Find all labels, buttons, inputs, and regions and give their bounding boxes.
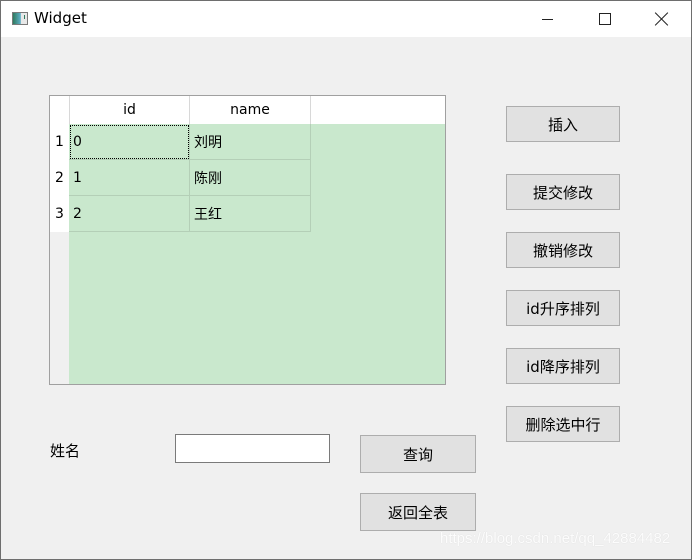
column-header-id[interactable]: id <box>69 96 190 124</box>
row-header-3[interactable]: 3 <box>50 196 69 232</box>
data-table[interactable]: id name 1 0 刘明 2 1 陈刚 3 2 王红 <box>49 95 446 385</box>
maximize-icon <box>599 13 611 25</box>
minimize-button[interactable] <box>524 1 570 37</box>
delete-selected-row-button[interactable]: 删除选中行 <box>506 406 620 442</box>
sort-id-descending-button[interactable]: id降序排列 <box>506 348 620 384</box>
submit-changes-button[interactable]: 提交修改 <box>506 174 620 210</box>
table-cell-id[interactable]: 2 <box>69 196 190 232</box>
window-title: Widget <box>34 9 87 27</box>
show-all-button[interactable]: 返回全表 <box>360 493 476 531</box>
table-cell-name[interactable]: 王红 <box>190 196 311 232</box>
table-corner-button[interactable] <box>50 96 69 124</box>
column-header-name[interactable]: name <box>190 96 311 124</box>
name-search-input[interactable] <box>175 434 330 463</box>
watermark-text: https://blog.csdn.net/qq_42884482 <box>440 530 671 547</box>
row-header-1[interactable]: 1 <box>50 124 69 160</box>
app-window-icon <box>12 12 28 25</box>
query-button[interactable]: 查询 <box>360 435 476 473</box>
maximize-button[interactable] <box>582 1 628 37</box>
table-cell-id[interactable]: 0 <box>69 124 190 160</box>
table-cell-name[interactable]: 刘明 <box>190 124 311 160</box>
table-cell-name[interactable]: 陈刚 <box>190 160 311 196</box>
name-label: 姓名 <box>50 442 81 460</box>
table-cell-id[interactable]: 1 <box>69 160 190 196</box>
minimize-icon <box>541 18 553 20</box>
revert-changes-button[interactable]: 撤销修改 <box>506 232 620 268</box>
title-bar[interactable]: Widget <box>1 1 691 37</box>
insert-button[interactable]: 插入 <box>506 106 620 142</box>
close-button[interactable] <box>639 1 685 37</box>
close-icon <box>655 12 669 26</box>
sort-id-ascending-button[interactable]: id升序排列 <box>506 290 620 326</box>
row-header-2[interactable]: 2 <box>50 160 69 196</box>
header-empty-area <box>311 96 445 124</box>
